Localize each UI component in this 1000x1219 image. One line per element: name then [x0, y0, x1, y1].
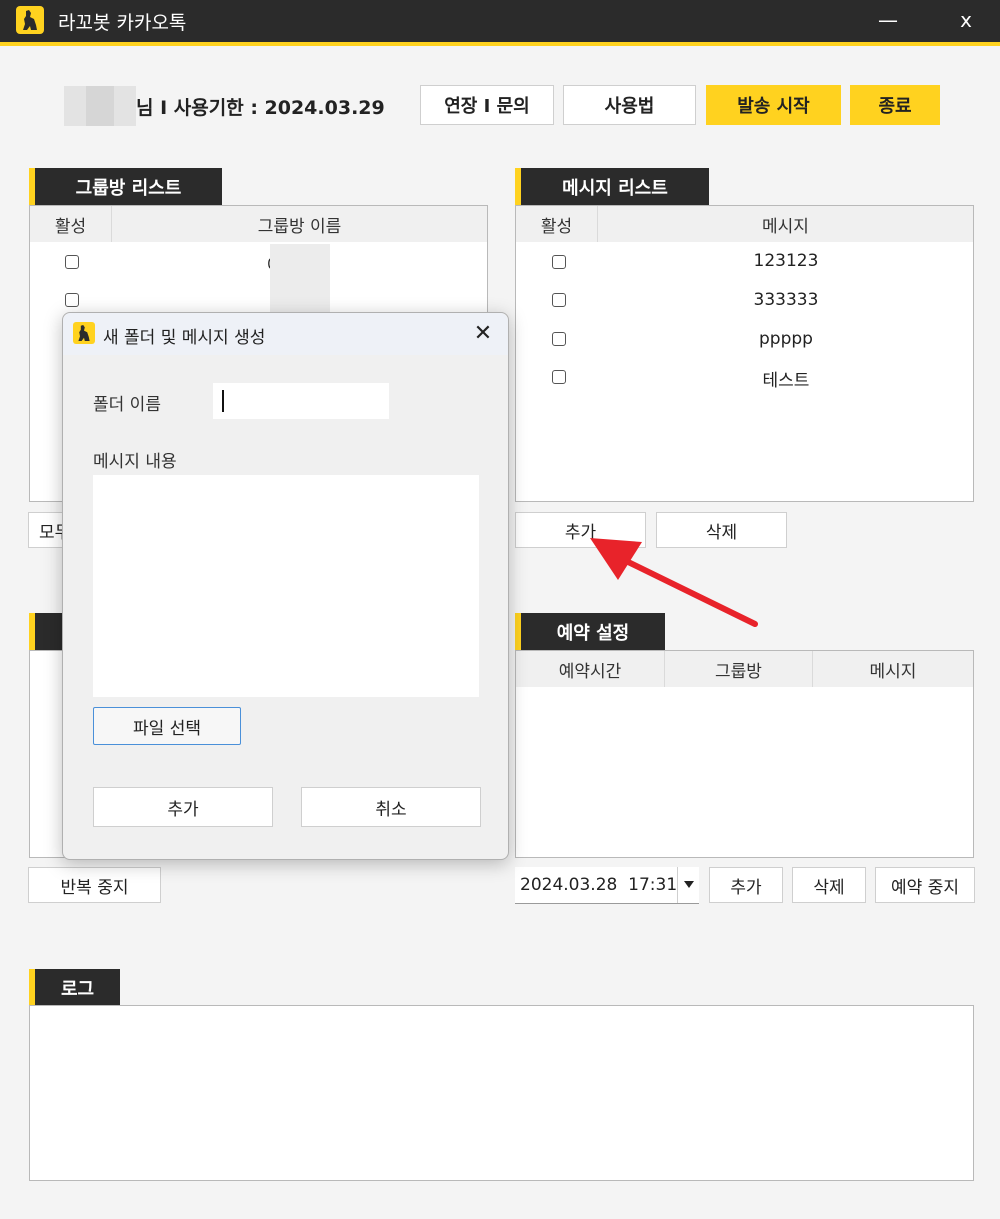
dog-silhouette-icon	[73, 322, 95, 344]
schedule-col-message: 메시지	[813, 651, 973, 687]
text-caret	[222, 390, 224, 412]
schedule-datetime-picker[interactable]: 2024.03.28 17:31	[515, 867, 699, 904]
schedule-col-time: 예약시간	[516, 651, 665, 687]
message-list-table: 활성 메시지 123123 333333 ppppp 테스트	[515, 205, 974, 502]
message-content-label: 메시지 내용	[93, 452, 177, 472]
message-row-text: 123123	[753, 251, 819, 271]
dialog-cancel-button[interactable]: 취소	[301, 787, 481, 827]
group-name-redacted	[270, 244, 330, 314]
folder-name-input[interactable]	[213, 383, 389, 419]
message-list-title: 메시지 리스트	[515, 168, 709, 205]
start-sending-button[interactable]: 발송 시작	[706, 85, 841, 125]
message-row-text: 테스트	[762, 371, 810, 391]
chevron-down-icon	[684, 881, 694, 888]
message-col-text: 메시지	[598, 206, 973, 242]
message-col-active: 활성	[516, 206, 598, 242]
message-row-checkbox[interactable]	[552, 293, 566, 307]
window-close-button[interactable]: x	[951, 6, 981, 34]
message-row-checkbox[interactable]	[552, 255, 566, 269]
exit-button[interactable]: 종료	[850, 85, 940, 125]
folder-name-label: 폴더 이름	[93, 395, 161, 415]
group-row-checkbox[interactable]	[65, 293, 79, 307]
message-row-checkbox[interactable]	[552, 370, 566, 384]
titlebar-accent-line	[0, 42, 1000, 46]
group-col-name: 그룹방 이름	[112, 206, 487, 242]
user-expiry-info: 님 I 사용기한 : 2024.03.29	[136, 97, 385, 119]
group-list-title: 그룹방 리스트	[29, 168, 222, 205]
red-arrow-icon	[590, 538, 758, 627]
schedule-datetime-value: 2024.03.28 17:31	[520, 875, 678, 895]
minimize-button[interactable]: —	[873, 6, 903, 34]
datetime-dropdown-button[interactable]	[677, 867, 699, 903]
repeat-stop-button[interactable]: 반복 중지	[28, 867, 161, 903]
schedule-add-button[interactable]: 추가	[709, 867, 783, 903]
dog-silhouette-icon	[16, 6, 44, 34]
extend-inquiry-button[interactable]: 연장 I 문의	[420, 85, 554, 125]
message-content-textarea[interactable]	[93, 475, 479, 697]
window-title: 라꼬봇 카카오톡	[58, 12, 187, 34]
schedule-table: 예약시간 그룹방 메시지	[515, 650, 974, 858]
message-row-text: 333333	[753, 290, 819, 310]
dialog-add-button[interactable]: 추가	[93, 787, 273, 827]
dialog-title: 새 폴더 및 메시지 생성	[103, 328, 266, 348]
close-icon[interactable]: ✕	[471, 321, 495, 346]
file-select-button[interactable]: 파일 선택	[93, 707, 241, 745]
message-row-checkbox[interactable]	[552, 332, 566, 346]
log-title: 로그	[29, 969, 120, 1006]
schedule-col-group: 그룹방	[665, 651, 813, 687]
user-name-redacted	[64, 86, 136, 126]
new-folder-dialog: 새 폴더 및 메시지 생성 ✕ 폴더 이름 메시지 내용 파일 선택 추가 취소	[62, 312, 509, 860]
message-row-text: ppppp	[759, 329, 813, 349]
group-row-checkbox[interactable]	[65, 255, 79, 269]
schedule-stop-button[interactable]: 예약 중지	[875, 867, 975, 903]
group-col-active: 활성	[30, 206, 112, 242]
usage-button[interactable]: 사용법	[563, 85, 696, 125]
schedule-delete-button[interactable]: 삭제	[792, 867, 866, 903]
log-output	[29, 1005, 974, 1181]
